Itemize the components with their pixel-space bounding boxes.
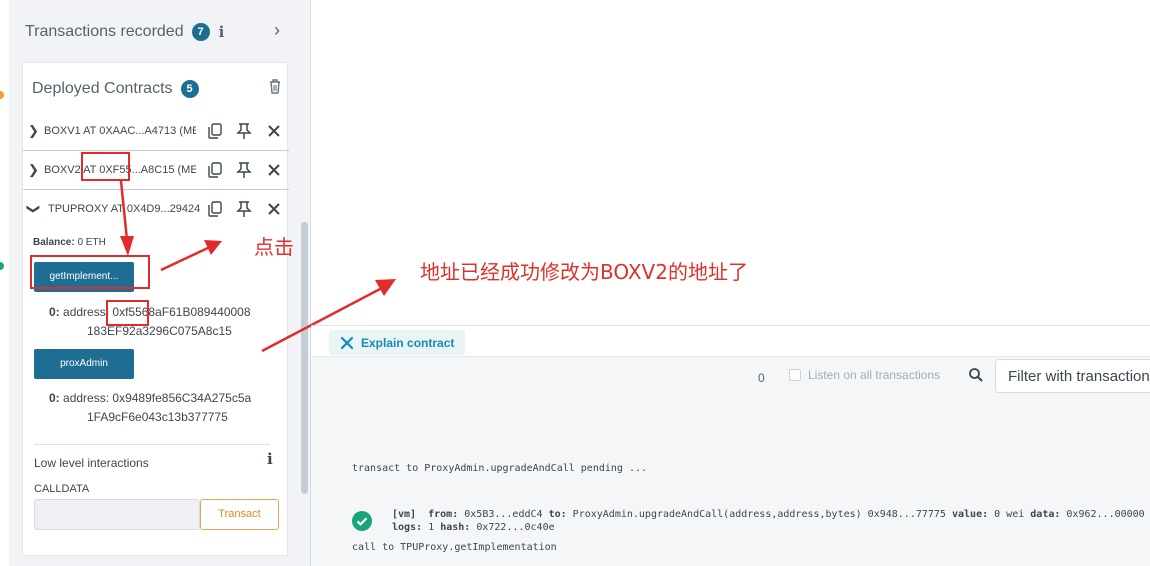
contract-instance-tpuproxy[interactable]: ❯ TPUPROXY AT 0X4D9...29424 (MEMORY): [23, 190, 289, 229]
output-index: 0:: [49, 305, 60, 319]
deployed-contracts-title: Deployed Contracts: [32, 80, 173, 97]
success-check-icon: [352, 511, 372, 531]
pending-count: 0: [758, 371, 765, 385]
output-type: address:: [63, 391, 110, 405]
listen-label: Listen on all transactions: [808, 368, 941, 382]
from-value: 0x5B3...eddC4: [464, 509, 543, 520]
remix-ide-window: Transactions recorded 7 i › Deployed Con…: [0, 0, 1150, 566]
annotation-click-text: 点击: [254, 235, 294, 259]
hash-label: hash:: [440, 522, 471, 533]
filter-transactions-input[interactable]: Filter with transactions: [995, 359, 1150, 393]
annotation-box-boxv2-address: [81, 152, 130, 181]
get-implementation-output: 0: address: 0xf5568aF61B089440008 183EF9…: [49, 303, 251, 341]
hash-value: 0x722...0c40e: [476, 522, 555, 533]
transactions-count-badge: 7: [191, 23, 210, 41]
vm-tag: [vm]: [392, 509, 417, 520]
chevron-down-icon[interactable]: ❯: [25, 204, 41, 215]
search-icon[interactable]: [968, 367, 984, 383]
trash-icon[interactable]: [268, 78, 282, 94]
listen-checkbox[interactable]: [789, 369, 801, 381]
annotation-note-text: 地址已经成功修改为BOXV2的地址了: [420, 260, 748, 284]
output-index: 0:: [49, 391, 60, 405]
chevron-right-icon[interactable]: ❯: [28, 162, 39, 178]
data-value: 0x962...00000: [1066, 509, 1145, 520]
close-icon[interactable]: [265, 121, 283, 141]
log-tx-line1[interactable]: [vm] from: 0x5B3...eddC4 to: ProxyAdmin.…: [392, 509, 1145, 520]
annotation-box-output-address: [106, 300, 149, 326]
logs-value: 1: [428, 522, 435, 533]
to-label: to:: [548, 509, 567, 520]
icon-panel-edge: [0, 0, 9, 566]
contract-name: TPUPROXY AT 0X4D9...29424 (MEMORY): [48, 203, 200, 215]
contract-instance-boxv2[interactable]: ❯ BOXV2 AT 0XF55...A8C15 (MEMORY): [23, 151, 289, 190]
pin-icon[interactable]: [235, 121, 253, 141]
data-label: data:: [1030, 509, 1061, 520]
explain-contract-label: Explain contract: [361, 335, 455, 350]
chevron-right-icon[interactable]: ❯: [28, 123, 39, 139]
output-value-line2: 183EF92a3296C075A8c15: [87, 324, 232, 338]
from-label: from:: [428, 509, 459, 520]
value-value: 0 wei: [994, 509, 1025, 520]
calldata-input[interactable]: [34, 499, 200, 530]
log-pending-line: transact to ProxyAdmin.upgradeAndCall pe…: [352, 463, 648, 474]
deployed-count-badge: 5: [180, 80, 199, 98]
pin-icon[interactable]: [235, 199, 253, 219]
balance: Balance: 0 ETH: [33, 237, 106, 248]
output-type: address:: [63, 305, 110, 319]
value-label: value:: [951, 509, 989, 520]
close-icon[interactable]: [265, 160, 283, 180]
info-icon[interactable]: i: [267, 450, 273, 468]
copy-icon[interactable]: [206, 160, 224, 180]
output-value-line2: 1FA9cF6e043c13b377775: [87, 410, 228, 424]
annotation-box-get-implementation: [30, 255, 150, 289]
transactions-recorded-row[interactable]: Transactions recorded 7 i ›: [25, 20, 285, 44]
divider: [34, 444, 270, 445]
close-icon[interactable]: [265, 199, 283, 219]
transact-button[interactable]: Transact: [200, 499, 279, 530]
warning-status-dot: [0, 91, 4, 99]
log-tx-line2: logs: 1 hash: 0x722...0c40e: [392, 522, 555, 533]
prox-admin-output: 0: address: 0x9489fe856C34A275c5a 1FA9cF…: [49, 389, 251, 427]
ai-sparkle-icon: [340, 336, 354, 349]
listen-all-toggle[interactable]: Listen on all transactions: [789, 368, 940, 382]
transactions-recorded-title: Transactions recorded: [25, 23, 184, 40]
low-level-interactions-label: Low level interactions: [34, 456, 149, 470]
balance-value: 0 ETH: [77, 237, 106, 248]
info-icon[interactable]: i: [219, 23, 225, 41]
to-value: ProxyAdmin.upgradeAndCall(address,addres…: [572, 509, 946, 520]
copy-icon[interactable]: [206, 199, 224, 219]
logs-label: logs:: [392, 522, 423, 533]
explain-contract-button[interactable]: Explain contract: [329, 330, 465, 355]
prox-admin-button[interactable]: proxAdmin: [34, 349, 134, 379]
editor-terminal-divider: [311, 325, 1150, 326]
terminal-panel: 0 Listen on all transactions Filter with…: [311, 356, 1150, 566]
copy-icon[interactable]: [206, 121, 224, 141]
calldata-label: CALLDATA: [34, 483, 90, 495]
panel-scrollbar[interactable]: [301, 222, 308, 494]
chevron-right-icon[interactable]: ›: [274, 20, 280, 41]
pin-icon[interactable]: [235, 160, 253, 180]
success-status-dot: [0, 262, 4, 270]
log-call-line: call to TPUProxy.getImplementation: [352, 542, 557, 553]
deployed-contracts-section: Deployed Contracts 5 ❯ BOXV1 AT 0XAAC...…: [22, 62, 289, 556]
contract-instance-boxv1[interactable]: ❯ BOXV1 AT 0XAAC...A4713 (MEMORY): [23, 112, 289, 151]
balance-label: Balance:: [33, 237, 75, 248]
contract-name: BOXV1 AT 0XAAC...A4713 (MEMORY): [44, 125, 196, 137]
output-value-line1: 0x9489fe856C34A275c5a: [112, 391, 252, 405]
deployed-contracts-header: Deployed Contracts 5: [32, 78, 282, 98]
